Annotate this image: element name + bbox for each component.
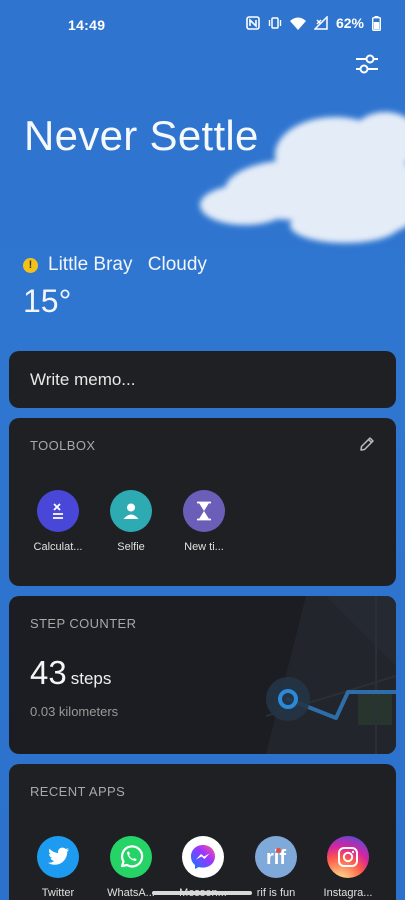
pencil-icon[interactable] — [358, 435, 376, 453]
person-icon — [110, 490, 152, 532]
toolbox-card: TOOLBOX Calculat... Selfie New ti... — [9, 418, 396, 586]
step-count: 43 steps — [30, 654, 111, 692]
tool-timer[interactable]: New ti... — [169, 490, 239, 553]
recent-apps-heading: RECENT APPS — [30, 784, 126, 799]
battery-icon — [372, 15, 381, 31]
app-twitter[interactable]: Twitter — [26, 836, 90, 899]
weather-condition: Cloudy — [147, 254, 207, 275]
status-time: 14:49 — [68, 17, 106, 33]
instagram-icon — [327, 836, 369, 878]
cloud-illustration — [200, 112, 405, 243]
twitter-icon — [37, 836, 79, 878]
toolbox-heading: TOOLBOX — [30, 438, 96, 453]
wifi-icon — [289, 17, 306, 30]
tool-label: Selfie — [117, 541, 145, 553]
step-distance: 0.03 kilometers — [30, 704, 119, 719]
app-rif[interactable]: rif rif is fun — [244, 836, 308, 899]
whatsapp-icon — [110, 836, 152, 878]
battery-percentage: 62% — [335, 15, 364, 31]
tool-label: Calculat... — [33, 541, 83, 553]
tool-calculator[interactable]: Calculat... — [23, 490, 93, 553]
app-label: rif is fun — [256, 887, 296, 899]
memo-input[interactable]: Write memo... — [30, 370, 135, 390]
step-counter-card[interactable]: STEP COUNTER 43 steps 0.03 kilometers — [9, 596, 396, 754]
status-icons: 62% — [246, 15, 381, 31]
map-illustration — [266, 596, 396, 754]
temperature: 15° — [23, 283, 72, 319]
app-whatsapp[interactable]: WhatsA... — [99, 836, 163, 899]
tool-selfie[interactable]: Selfie — [96, 490, 166, 553]
rif-icon: rif — [255, 836, 297, 878]
sliders-icon[interactable] — [355, 52, 379, 76]
home-indicator[interactable] — [152, 891, 252, 895]
memo-card[interactable]: Write memo... — [9, 351, 396, 408]
app-label: Twitter — [41, 887, 75, 899]
messenger-icon — [182, 836, 224, 878]
warning-icon: ! — [23, 257, 38, 273]
step-unit: steps — [70, 669, 112, 688]
hourglass-icon — [183, 490, 225, 532]
nfc-icon — [246, 16, 260, 30]
signal-icon — [313, 16, 328, 30]
app-label: Instagra... — [323, 887, 373, 899]
vibrate-icon — [268, 17, 282, 29]
recent-apps-card: RECENT APPS Twitter WhatsA... rif rif is… — [9, 764, 396, 900]
step-counter-heading: STEP COUNTER — [30, 616, 137, 631]
weather-row[interactable]: ! Little Bray Cloudy — [23, 254, 207, 276]
app-instagram[interactable]: Instagra... — [316, 836, 380, 899]
step-number: 43 — [30, 654, 67, 691]
calculator-icon — [37, 490, 79, 532]
status-bar: 14:49 62% — [0, 0, 405, 50]
app-messenger[interactable]: Messen... — [171, 836, 235, 899]
weather-location: Little Bray — [48, 254, 133, 275]
tool-label: New ti... — [184, 541, 224, 553]
